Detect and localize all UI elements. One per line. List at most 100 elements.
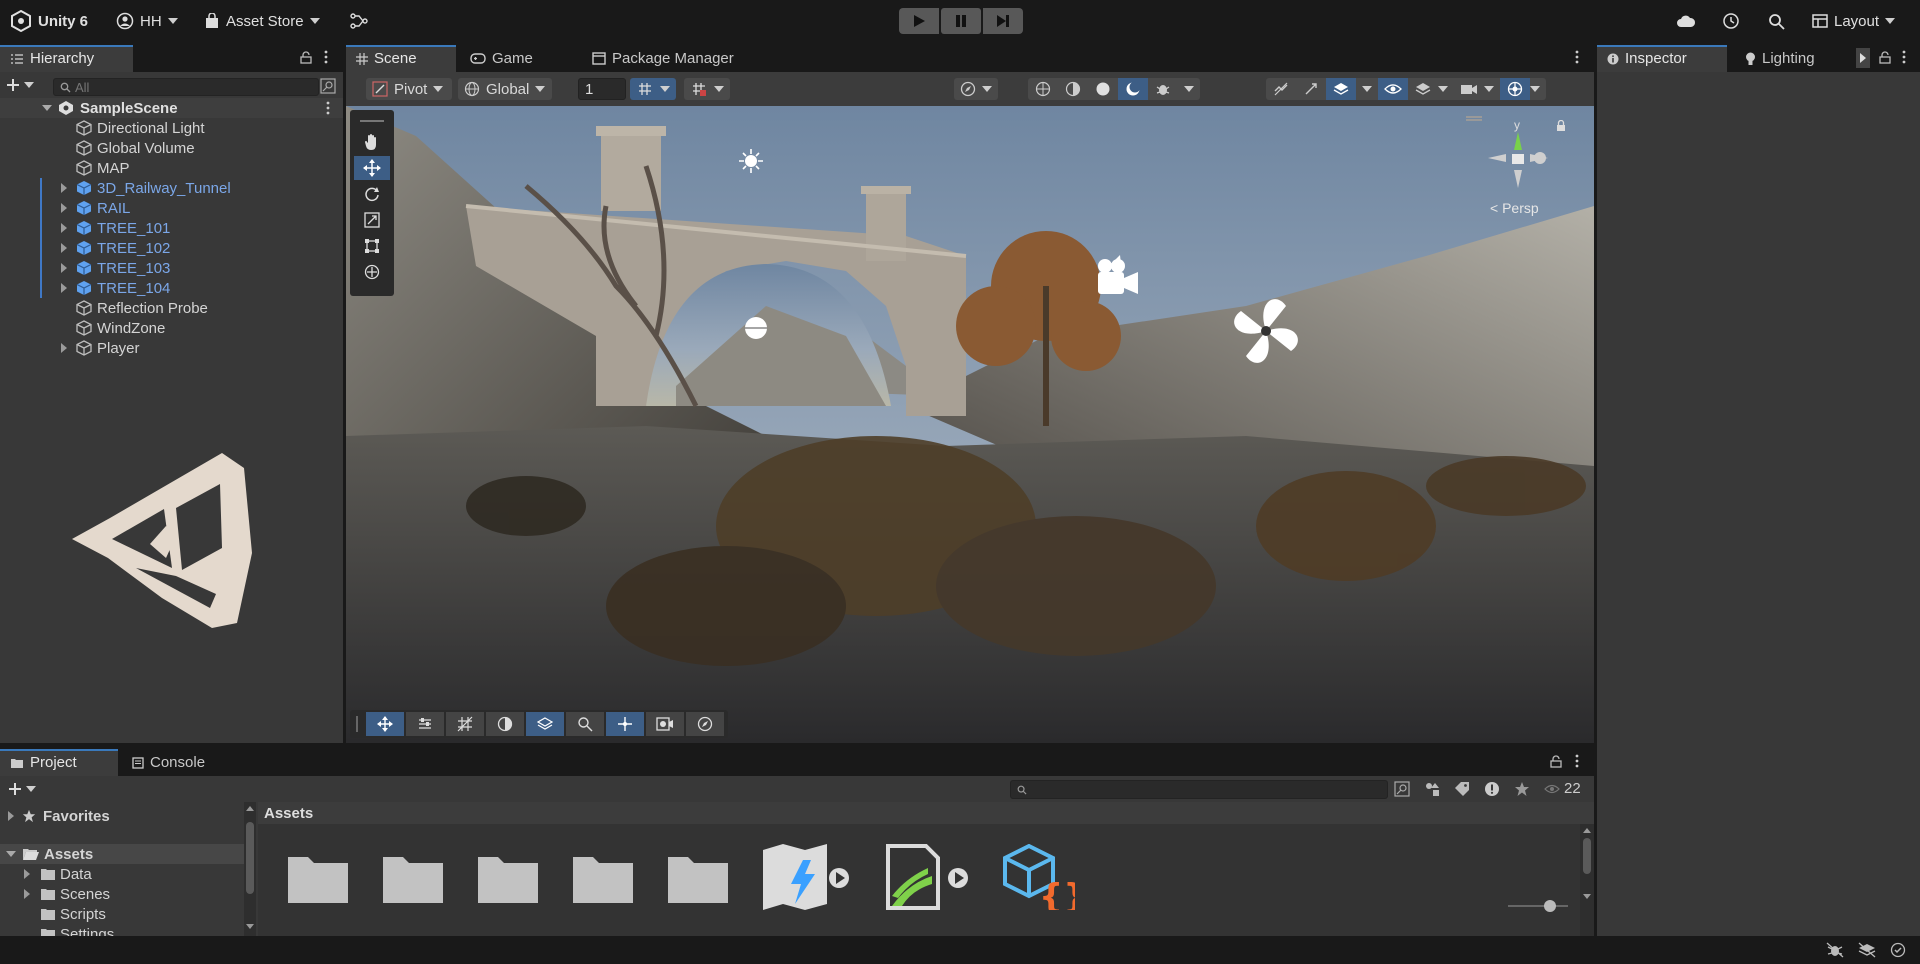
- hierarchy-item[interactable]: WindZone: [0, 318, 343, 338]
- hierarchy-item[interactable]: Global Volume: [0, 138, 343, 158]
- unity-menu[interactable]: Unity 6: [10, 8, 88, 34]
- assets-folder-row[interactable]: Assets: [0, 844, 244, 864]
- asset-folder-icon[interactable]: [476, 849, 540, 905]
- breadcrumb-assets[interactable]: Assets: [264, 805, 313, 822]
- grid-snapping-toggle[interactable]: [630, 78, 676, 100]
- asset-folder-icon[interactable]: [381, 849, 445, 905]
- hierarchy-item[interactable]: TREE_102: [0, 238, 343, 258]
- gizmos-icon[interactable]: [1500, 78, 1530, 100]
- tab-project[interactable]: Project: [0, 749, 118, 776]
- expand-arrow-icon[interactable]: [24, 889, 30, 899]
- more-options-icon[interactable]: [326, 101, 330, 115]
- tab-package-manager[interactable]: Package Manager: [582, 45, 744, 72]
- layer-stack-icon[interactable]: [526, 712, 564, 736]
- global-dropdown[interactable]: Global: [458, 78, 552, 100]
- scroll-thumb[interactable]: [246, 822, 254, 894]
- compass-icon[interactable]: [686, 712, 724, 736]
- bug-off-icon[interactable]: [1826, 942, 1844, 958]
- scene-viewport[interactable]: y < Persp: [346, 106, 1594, 743]
- scroll-down-icon[interactable]: [246, 924, 254, 929]
- folder-tree-scrollbar[interactable]: [244, 802, 256, 936]
- history-button[interactable]: [1722, 8, 1740, 34]
- effects-toggle-icon[interactable]: [1296, 78, 1326, 100]
- wireframe-sphere-icon[interactable]: [1028, 78, 1058, 100]
- move-tool-icon[interactable]: [354, 156, 390, 180]
- shading-mode-icon[interactable]: [486, 712, 524, 736]
- step-button[interactable]: [983, 8, 1023, 34]
- scene-root-row[interactable]: SampleScene: [0, 98, 343, 118]
- search-by-type-icon[interactable]: [1394, 780, 1410, 797]
- persp-label[interactable]: < Persp: [1490, 200, 1539, 216]
- project-folder-item[interactable]: Scenes: [0, 884, 244, 904]
- slider-thumb[interactable]: [1544, 900, 1556, 912]
- tab-inspector[interactable]: Inspector: [1597, 45, 1727, 72]
- camera-preview-icon[interactable]: [646, 712, 684, 736]
- more-options-icon[interactable]: [1575, 50, 1579, 64]
- cloud-button[interactable]: [1676, 8, 1696, 34]
- shaded-wireframe-icon[interactable]: [1058, 78, 1088, 100]
- hierarchy-search-input[interactable]: [75, 79, 305, 95]
- layers-status-icon[interactable]: [1858, 942, 1876, 958]
- tab-lighting[interactable]: Lighting: [1735, 45, 1825, 72]
- layers-visible-icon[interactable]: [1326, 78, 1356, 100]
- shaded-sphere-icon[interactable]: [1088, 78, 1118, 100]
- tab-scene[interactable]: Scene: [346, 45, 456, 72]
- pivot-move-icon[interactable]: [606, 712, 644, 736]
- more-options-icon[interactable]: [1902, 50, 1906, 64]
- hierarchy-item[interactable]: TREE_104: [0, 278, 343, 298]
- component-tools-icon[interactable]: [406, 712, 444, 736]
- grid-size-field[interactable]: 1: [578, 78, 626, 100]
- increment-snapping-toggle[interactable]: [684, 78, 730, 100]
- transform-tool-icon[interactable]: [354, 260, 390, 284]
- eye-icon[interactable]: [1378, 78, 1408, 100]
- pause-button[interactable]: [941, 8, 981, 34]
- asset-store-dropdown[interactable]: Asset Store: [204, 8, 320, 34]
- lock-icon[interactable]: [300, 51, 312, 64]
- icon-size-slider[interactable]: [1508, 900, 1578, 912]
- project-create-dropdown[interactable]: [8, 782, 36, 796]
- search-button[interactable]: [1768, 8, 1785, 34]
- orientation-dropdown[interactable]: [954, 78, 998, 100]
- tab-hierarchy[interactable]: Hierarchy: [0, 45, 133, 72]
- star-favorite-icon[interactable]: [1514, 781, 1530, 797]
- expand-arrow-icon[interactable]: [61, 243, 67, 253]
- create-dropdown[interactable]: [6, 78, 34, 92]
- lock-icon[interactable]: [1550, 755, 1562, 768]
- layers-icon[interactable]: [1408, 78, 1438, 100]
- search-by-type-icon[interactable]: [320, 78, 336, 94]
- expand-arrow-icon[interactable]: [42, 105, 52, 111]
- filter-by-label-icon[interactable]: [1454, 781, 1470, 797]
- layout-dropdown[interactable]: Layout: [1812, 8, 1896, 34]
- project-folder-item[interactable]: Scripts: [0, 904, 244, 924]
- project-search[interactable]: [1010, 780, 1388, 799]
- audio-fx-icon[interactable]: [1266, 78, 1296, 100]
- asset-folder-icon[interactable]: [286, 849, 350, 905]
- hierarchy-item[interactable]: MAP: [0, 158, 343, 178]
- account-dropdown[interactable]: HH: [116, 8, 178, 34]
- hierarchy-item[interactable]: Reflection Probe: [0, 298, 343, 318]
- expand-arrow-icon[interactable]: [61, 343, 67, 353]
- rect-tool-icon[interactable]: [354, 234, 390, 258]
- hierarchy-item[interactable]: Directional Light: [0, 118, 343, 138]
- expand-arrow-icon[interactable]: [8, 811, 14, 821]
- collapse-arrow-icon[interactable]: [6, 851, 16, 857]
- hierarchy-item[interactable]: 3D_Railway_Tunnel: [0, 178, 343, 198]
- more-options-icon[interactable]: [1575, 754, 1579, 768]
- favorites-row[interactable]: Favorites: [0, 806, 240, 826]
- scale-tool-icon[interactable]: [354, 208, 390, 232]
- debug-bug-icon[interactable]: [1148, 78, 1178, 100]
- more-options-icon[interactable]: [324, 50, 328, 64]
- zoom-icon[interactable]: [566, 712, 604, 736]
- hierarchy-item[interactable]: TREE_103: [0, 258, 343, 278]
- hierarchy-item[interactable]: Player: [0, 338, 343, 358]
- asset-folder-icon[interactable]: [666, 849, 730, 905]
- hierarchy-item[interactable]: RAIL: [0, 198, 343, 218]
- hierarchy-item[interactable]: TREE_101: [0, 218, 343, 238]
- version-control-button[interactable]: [350, 8, 368, 34]
- check-circle-icon[interactable]: [1890, 942, 1906, 958]
- expand-arrow-icon[interactable]: [61, 183, 67, 193]
- lighting-toggle-icon[interactable]: [1118, 78, 1148, 100]
- asset-grid-scrollbar[interactable]: [1580, 824, 1594, 936]
- scroll-down-icon[interactable]: [1583, 894, 1591, 899]
- script-asset-icon[interactable]: {}: [1003, 844, 1075, 910]
